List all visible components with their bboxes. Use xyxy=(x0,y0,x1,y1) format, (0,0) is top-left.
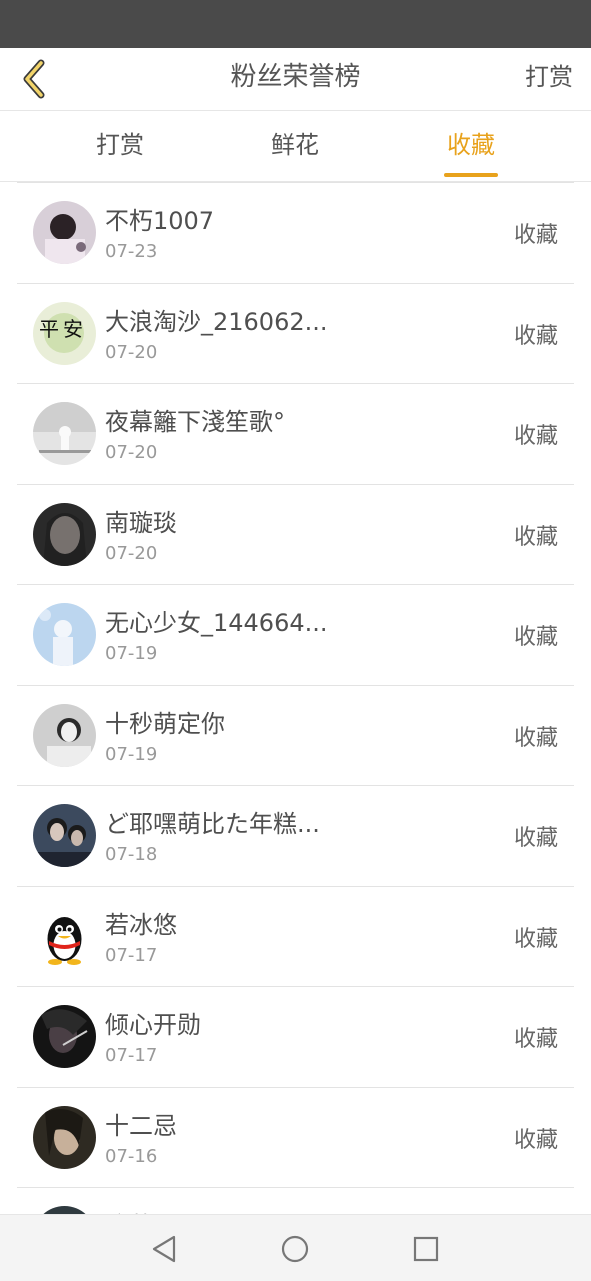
avatar xyxy=(33,502,96,566)
reward-button[interactable]: 打赏 xyxy=(525,48,573,110)
user-name: 不朽1007 xyxy=(105,207,215,235)
user-name: 无心少女_144664... xyxy=(105,609,328,637)
date-label: 07-17 xyxy=(105,1045,158,1066)
list-item[interactable]: 十二忌 07-16 收藏 xyxy=(17,1086,574,1188)
avatar xyxy=(33,201,96,264)
avatar xyxy=(33,603,96,666)
date-label: 07-16 xyxy=(105,1145,158,1167)
date-label: 07-19 xyxy=(105,743,158,765)
action-label: 收藏 xyxy=(513,725,558,751)
action-label: 收藏 xyxy=(513,424,558,449)
tab-reward[interactable]: 打赏 xyxy=(96,111,144,181)
system-navigation-bar xyxy=(0,1214,591,1281)
triangle-back-icon xyxy=(152,1235,176,1263)
action-label: 收藏 xyxy=(513,223,558,248)
user-name: 十秒萌定你 xyxy=(105,709,225,738)
list-item[interactable]: 十秒萌定你 07-19 收藏 xyxy=(17,684,574,786)
action-label: 收藏 xyxy=(513,323,558,349)
list-item[interactable]: 平安 大浪淘沙_216062... 07-20 收藏 xyxy=(17,282,574,384)
list-item[interactable]: 倾心开勋 07-17 收藏 xyxy=(17,986,574,1087)
avatar xyxy=(33,1005,96,1068)
list-item[interactable]: 无心少女_144664... 07-19 收藏 xyxy=(17,584,574,685)
action-label: 收藏 xyxy=(513,1127,558,1153)
circle-home-icon xyxy=(281,1235,309,1263)
avatar xyxy=(33,1206,96,1214)
avatar xyxy=(33,402,96,465)
list-item[interactable]: ど耶嘿萌比た年糕... 07-18 收藏 xyxy=(17,785,574,886)
svg-text:安: 安 xyxy=(63,317,83,341)
action-label: 收藏 xyxy=(513,625,558,650)
action-label: 收藏 xyxy=(513,926,558,952)
penguin-icon xyxy=(33,904,96,968)
home-nav-button[interactable] xyxy=(275,1229,315,1269)
tab-flowers[interactable]: 鲜花 xyxy=(271,111,319,181)
header-bar: 粉丝荣誉榜 打赏 xyxy=(0,48,591,111)
svg-text:平: 平 xyxy=(39,317,59,341)
date-label: 07-20 xyxy=(105,442,158,463)
list-item[interactable]: 南璇琰 07-20 收藏 xyxy=(17,483,574,585)
tab-favorites[interactable]: 收藏 xyxy=(447,111,495,181)
list-item[interactable]: 夜幕籬下淺笙歌° 07-20 收藏 xyxy=(17,383,574,484)
avatar xyxy=(33,804,96,867)
user-name: 大浪淘沙_216062... xyxy=(105,307,328,336)
square-recents-icon xyxy=(413,1236,439,1262)
user-name: 若冰悠 xyxy=(105,910,177,939)
recents-nav-button[interactable] xyxy=(406,1229,446,1269)
back-nav-button[interactable] xyxy=(144,1229,184,1269)
action-label: 收藏 xyxy=(513,524,558,550)
avatar xyxy=(33,1105,96,1169)
date-label: 07-17 xyxy=(105,944,158,966)
user-name: 十二忌 xyxy=(105,1111,177,1140)
list-item[interactable]: 不朽1007 07-23 收藏 xyxy=(17,182,574,283)
user-name: 倾心开勋 xyxy=(105,1011,201,1039)
user-name: ど耶嘿萌比た年糕... xyxy=(105,810,320,838)
list-item[interactable]: 若冰悠 07-17 收藏 xyxy=(17,885,574,987)
fan-list[interactable]: 不朽1007 07-23 收藏 平安 大浪淘沙_216062... 07-20 … xyxy=(0,182,591,1214)
date-label: 07-18 xyxy=(105,844,158,865)
date-label: 07-19 xyxy=(105,643,158,664)
tab-bar: 打赏 鲜花 收藏 xyxy=(0,111,591,182)
user-name: 滚萝 xyxy=(105,1206,153,1214)
date-label: 07-20 xyxy=(105,542,158,564)
page-title: 粉丝荣誉榜 xyxy=(230,62,361,92)
action-label: 收藏 xyxy=(513,1027,558,1052)
user-name: 夜幕籬下淺笙歌° xyxy=(105,408,285,436)
date-label: 07-23 xyxy=(105,241,158,262)
avatar xyxy=(33,703,96,767)
user-name: 南璇琰 xyxy=(105,508,177,537)
action-label: 收藏 xyxy=(513,826,558,851)
avatar xyxy=(33,904,96,968)
list-item[interactable]: 滚萝 xyxy=(17,1187,574,1214)
status-bar xyxy=(0,0,591,48)
date-label: 07-20 xyxy=(105,341,158,363)
avatar: 平安 xyxy=(33,301,96,365)
active-tab-indicator xyxy=(444,173,498,177)
